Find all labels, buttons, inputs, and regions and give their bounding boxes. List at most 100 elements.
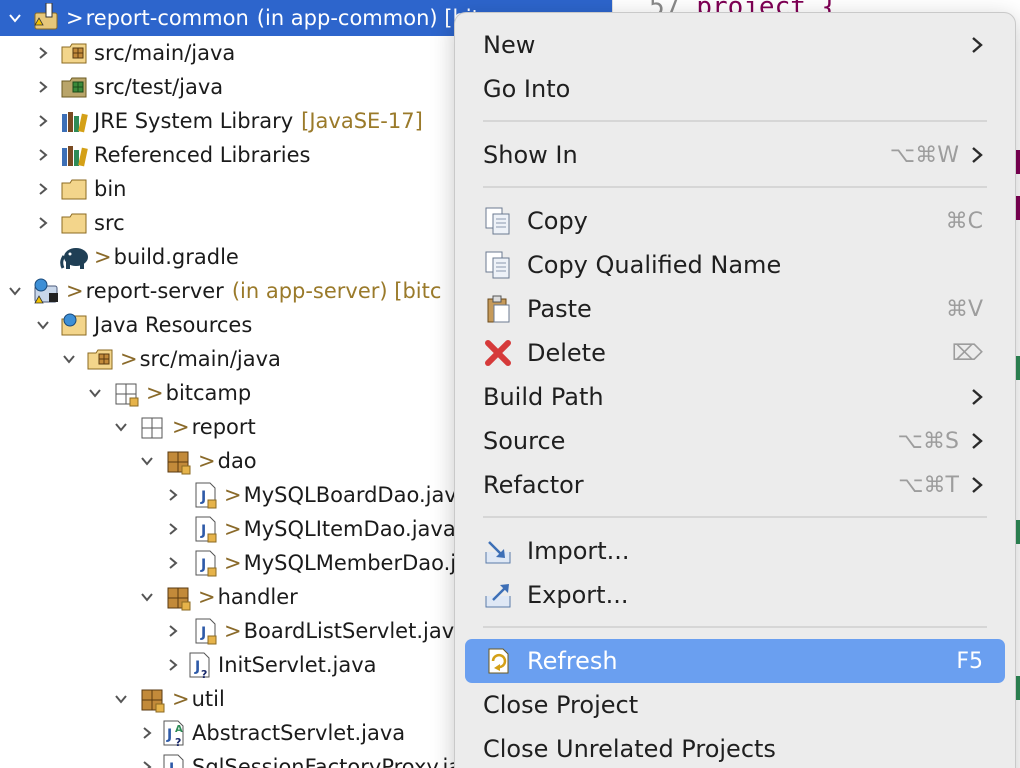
menu-item-import[interactable]: Import... [465,529,1005,573]
package-icon [164,446,194,476]
menu-item-build-path[interactable]: Build Path [465,375,1005,419]
tree-item-label: src/main/java [94,41,236,65]
chevron-down-icon[interactable] [4,280,26,302]
menu-item-show-in[interactable]: Show In ⌥⌘W [465,133,1005,177]
submenu-arrow-icon [972,389,983,405]
chevron-right-icon[interactable] [136,756,158,768]
menu-item-shortcut: ⌥⌘S [897,428,959,454]
tree-item-decoration: (in app-server) [bitc [231,279,442,303]
dirty-marker: > [224,551,242,575]
tree-item-label: report-server [85,279,224,303]
svg-text:J: J [194,659,200,675]
svg-text:J: J [200,489,206,505]
svg-text:J: J [200,523,206,539]
java-resources-icon [60,310,90,340]
gradle-elephant-icon [60,242,90,272]
abstract-java-file-icon: J A? [158,718,188,748]
dirty-marker: > [146,381,164,405]
menu-separator [483,120,987,122]
tree-item-label: MySQLBoardDao.java [243,483,470,507]
tree-item-decoration: [JavaSE-17] [301,109,423,133]
tree-item-label: report [191,415,256,439]
submenu-arrow-icon [972,147,983,163]
chevron-right-icon[interactable] [32,212,54,234]
java-file-icon: J [190,514,220,544]
tree-item-label: JRE System Library [94,109,294,133]
tree-item-label: BoardListServlet.java [243,619,468,643]
import-icon [483,536,513,566]
menu-item-refactor[interactable]: Refactor ⌥⌘T [465,463,1005,507]
menu-item-copy-qualified-name[interactable]: Copy Qualified Name [465,243,1005,287]
project-icon [32,3,62,33]
chevron-down-icon[interactable] [136,450,158,472]
library-icon [60,140,90,170]
chevron-right-icon[interactable] [32,76,54,98]
menu-item-close-project[interactable]: Close Project [465,683,1005,727]
chevron-down-icon[interactable] [84,382,106,404]
chevron-right-icon[interactable] [32,178,54,200]
menu-item-delete[interactable]: Delete ⌦ [465,331,1005,375]
menu-item-label: Close Unrelated Projects [483,735,776,763]
tree-item-label: handler [217,585,298,609]
tree-item-label: src/main/java [139,347,281,371]
tree-item-label: Referenced Libraries [94,143,311,167]
menu-item-refresh[interactable]: Refresh F5 [465,639,1005,683]
menu-item-label: Close Project [483,691,639,719]
chevron-right-icon[interactable] [162,484,184,506]
chevron-right-icon[interactable] [32,144,54,166]
tree-item-label: report-common [85,6,249,30]
tree-item-label: util [191,687,225,711]
menu-item-label: Copy Qualified Name [527,251,782,279]
menu-item-label: Show In [483,141,578,169]
chevron-down-icon[interactable] [110,416,132,438]
tree-item-label: SqlSessionFactoryProxy.java [192,755,487,768]
tree-item-label: AbstractServlet.java [192,721,406,745]
menu-item-export[interactable]: Export... [465,573,1005,617]
menu-separator [483,626,987,628]
chevron-right-icon[interactable] [32,110,54,132]
menu-item-shortcut: ⌦ [951,340,983,366]
test-source-folder-icon [60,72,90,102]
svg-text:?: ? [201,668,207,680]
chevron-right-icon[interactable] [162,620,184,642]
dirty-marker: > [224,483,242,507]
menu-item-label: New [483,31,536,59]
menu-item-label: Copy [527,207,588,235]
chevron-right-icon[interactable] [162,654,184,676]
submenu-arrow-icon [972,477,983,493]
chevron-right-icon[interactable] [162,518,184,540]
menu-item-close-unrelated-projects[interactable]: Close Unrelated Projects [465,727,1005,768]
package-icon [164,582,194,612]
java-file-icon: J [190,616,220,646]
tree-item-label: build.gradle [113,245,239,269]
chevron-right-icon[interactable] [162,552,184,574]
tree-item-label: src [94,211,125,235]
java-file-icon: J [190,480,220,510]
context-menu[interactable]: New Go Into Show In ⌥⌘W Copy ⌘C Copy Qua… [454,12,1016,768]
dirty-marker: > [66,6,84,30]
chevron-down-icon[interactable] [58,348,80,370]
chevron-right-icon[interactable] [136,722,158,744]
chevron-down-icon[interactable] [110,688,132,710]
menu-item-new[interactable]: New [465,23,1005,67]
svg-text:A: A [175,724,183,735]
menu-item-go-into[interactable]: Go Into [465,67,1005,111]
menu-item-paste[interactable]: Paste ⌘V [465,287,1005,331]
dirty-marker: > [198,585,216,609]
tree-item-label: InitServlet.java [218,653,377,677]
untracked-java-file-icon: J? [184,650,214,680]
chevron-right-icon[interactable] [32,42,54,64]
svg-text:J: J [200,557,206,573]
folder-icon [60,208,90,238]
dirty-marker: > [172,415,190,439]
menu-item-label: Import... [527,537,630,565]
menu-item-source[interactable]: Source ⌥⌘S [465,419,1005,463]
menu-separator [483,516,987,518]
chevron-down-icon[interactable] [4,7,26,29]
tree-item-label: dao [217,449,257,473]
menu-item-shortcut: ⌥⌘W [889,142,959,168]
svg-text:J: J [200,625,206,641]
chevron-down-icon[interactable] [136,586,158,608]
menu-item-copy[interactable]: Copy ⌘C [465,199,1005,243]
chevron-down-icon[interactable] [32,314,54,336]
